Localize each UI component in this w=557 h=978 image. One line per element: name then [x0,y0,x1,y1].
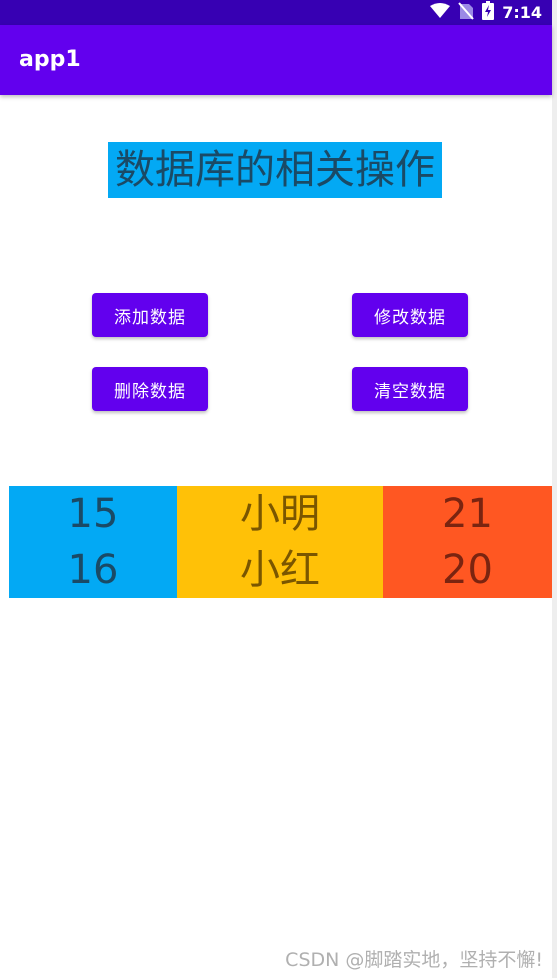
page-title: 数据库的相关操作 [108,142,442,198]
battery-charging-icon [482,1,495,24]
name-column: 小明 小红 [177,486,383,598]
id-cell: 15 [67,491,119,537]
id-cell: 16 [67,547,119,593]
wifi-icon [430,2,451,23]
no-sim-icon [458,1,474,24]
age-cell: 21 [442,491,493,537]
app-bar: app1 [0,25,552,95]
delete-data-button[interactable]: 删除数据 [92,367,208,411]
add-data-button[interactable]: 添加数据 [92,293,208,337]
records-table: 15 16 小明 小红 21 20 [9,486,552,598]
clear-data-button[interactable]: 清空数据 [352,367,468,411]
id-column: 15 16 [9,486,177,598]
watermark: CSDN @脚踏实地，坚持不懈! [285,949,543,971]
age-column: 21 20 [383,486,552,598]
app-title: app1 [19,47,81,72]
screen-edge [552,0,557,978]
name-cell: 小红 [240,547,320,593]
name-cell: 小明 [240,491,320,537]
edit-data-button[interactable]: 修改数据 [352,293,468,337]
status-icons: 7:14 [430,0,542,25]
age-cell: 20 [442,547,493,593]
app-screen: 7:14 app1 数据库的相关操作 添加数据 修改数据 删除数据 清空数据 1… [0,0,557,978]
status-time: 7:14 [502,3,542,22]
status-bar: 7:14 [0,0,552,25]
